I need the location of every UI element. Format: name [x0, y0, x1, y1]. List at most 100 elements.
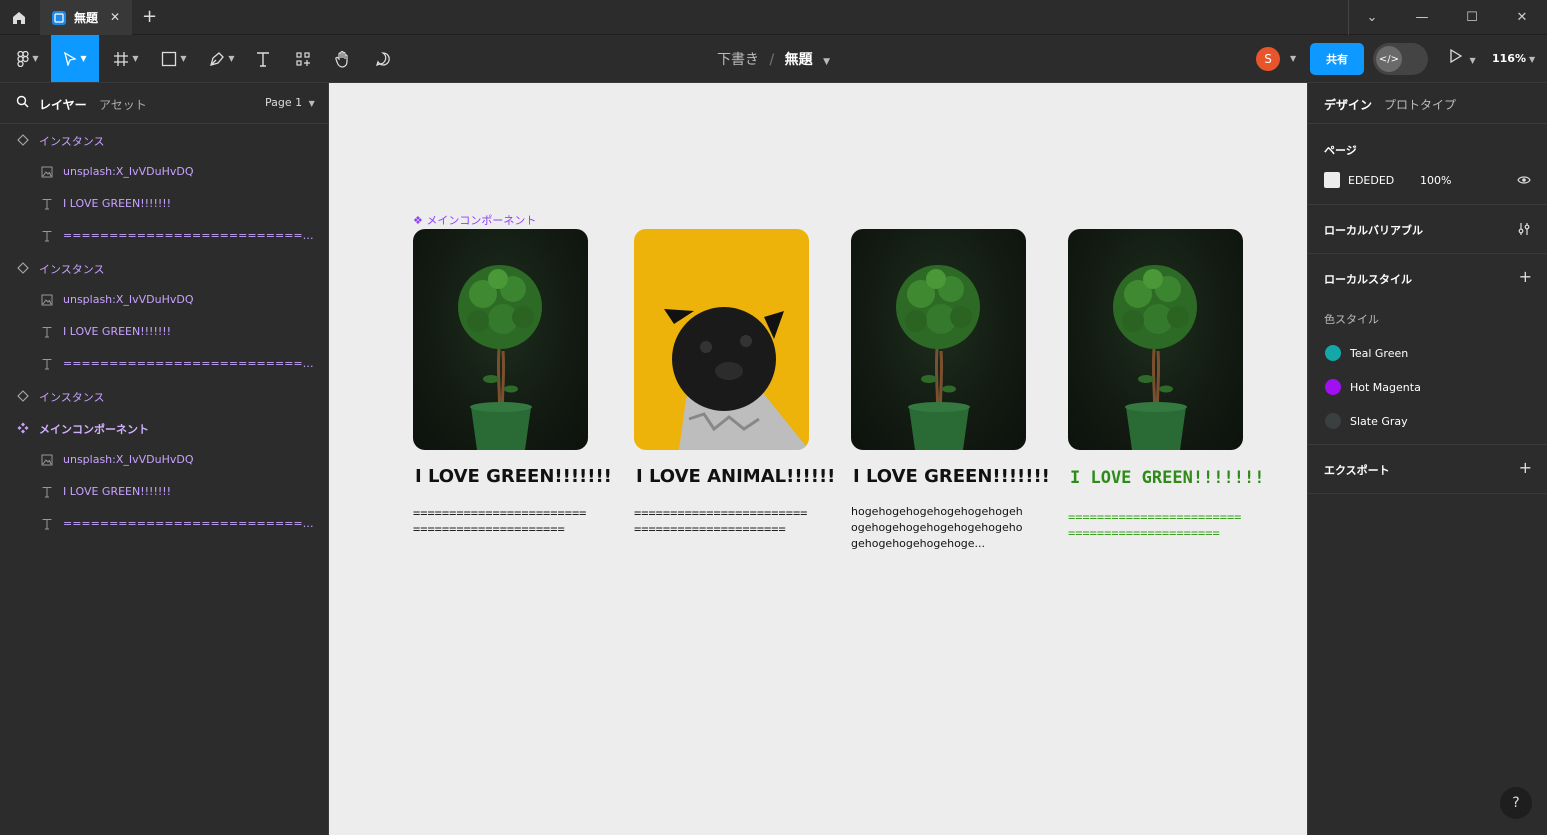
local-styles-section: ローカルスタイル + 色スタイル Teal Green Hot Magenta Sl…: [1308, 254, 1547, 445]
design-canvas[interactable]: ❖ メインコンポーネント I LOVE GREEN!!!!!!! ========…: [329, 83, 1307, 835]
chevron-down-icon[interactable]: ▼: [823, 57, 830, 67]
card-title[interactable]: I LOVE ANIMAL!!!!!!: [636, 466, 835, 487]
figma-logo-icon: [17, 50, 30, 67]
share-button[interactable]: 共有: [1310, 43, 1364, 75]
move-tool[interactable]: ▼: [51, 35, 99, 82]
card-title[interactable]: I LOVE GREEN!!!!!!!: [415, 466, 612, 487]
layer-row[interactable]: unsplash:X_IvVDuHvDQ: [0, 444, 329, 476]
card-title[interactable]: I LOVE GREEN!!!!!!!: [1070, 468, 1264, 488]
layer-row[interactable]: unsplash:X_IvVDuHvDQ: [0, 156, 329, 188]
layer-row[interactable]: I LOVE GREEN!!!!!!!: [0, 188, 329, 220]
minimize-button[interactable]: —: [1397, 0, 1447, 35]
instance-icon: [16, 389, 30, 403]
chevron-down-icon: ▼: [1528, 55, 1536, 64]
figma-file-icon: [52, 10, 66, 25]
breadcrumb-separator: /: [769, 52, 775, 68]
color-style-name[interactable]: Teal Green: [1350, 347, 1408, 360]
present-button[interactable]: ▼: [1450, 48, 1476, 67]
chevron-down-icon[interactable]: ⌄: [1347, 0, 1397, 35]
page-selector-label: Page 1: [265, 96, 303, 109]
text-icon: [40, 357, 54, 371]
design-panel-tabs: デザイン プロトタイプ: [1308, 83, 1547, 124]
close-tab-icon[interactable]: ✕: [110, 10, 120, 24]
local-variables-section: ローカルバリアブル: [1308, 205, 1547, 254]
pen-tool[interactable]: ▼: [202, 35, 242, 82]
card-image-plant[interactable]: [413, 229, 588, 450]
layer-label: I LOVE GREEN!!!!!!!: [63, 325, 172, 338]
color-style-name[interactable]: Slate Gray: [1350, 415, 1408, 428]
rectangle-icon: [162, 51, 177, 66]
page-selector[interactable]: Page 1 ▼: [265, 96, 315, 109]
layer-label: =======================================: [63, 229, 316, 242]
chevron-down-icon[interactable]: ▼: [1290, 54, 1296, 63]
home-button[interactable]: [0, 0, 38, 35]
home-icon: [13, 11, 25, 24]
text-tool[interactable]: [250, 35, 276, 82]
card-image-plant[interactable]: [1068, 229, 1243, 450]
text-icon: [40, 485, 54, 499]
tab-label: 無題: [74, 11, 99, 25]
variables-settings-icon[interactable]: [1517, 222, 1531, 236]
layer-row[interactable]: I LOVE GREEN!!!!!!!: [0, 476, 329, 508]
tab-prototype[interactable]: プロトタイプ: [1384, 96, 1456, 113]
layer-row[interactable]: =======================================: [0, 348, 329, 380]
frame-tool[interactable]: ▼: [106, 35, 146, 82]
tab-design[interactable]: デザイン: [1324, 96, 1372, 113]
color-style-swatch[interactable]: [1325, 413, 1341, 429]
help-button[interactable]: ?: [1500, 787, 1532, 819]
comment-icon: [375, 51, 390, 66]
zoom-level[interactable]: 116% ▼: [1492, 52, 1535, 65]
color-style-swatch[interactable]: [1325, 379, 1341, 395]
color-styles-label: 色スタイル: [1324, 313, 1379, 326]
local-variables-title[interactable]: ローカルバリアブル: [1324, 222, 1423, 238]
card-body-text[interactable]: ========================================…: [634, 505, 810, 555]
add-export-icon[interactable]: +: [1519, 458, 1532, 477]
layer-label: インスタンス: [39, 135, 105, 148]
layer-row[interactable]: インスタンス: [0, 252, 329, 284]
resources-tool[interactable]: [290, 35, 316, 82]
layer-row[interactable]: unsplash:X_IvVDuHvDQ: [0, 284, 329, 316]
tab-layers[interactable]: レイヤー: [39, 96, 87, 113]
layer-label: I LOVE GREEN!!!!!!!: [63, 197, 172, 210]
layer-row[interactable]: インスタンス: [0, 124, 329, 156]
layers-panel: レイヤー アセット Page 1 ▼ インスタンス unsplash:X_IvVD…: [0, 83, 329, 835]
tab-assets[interactable]: アセット: [99, 96, 147, 113]
layer-row[interactable]: メインコンポーネント: [0, 412, 329, 444]
zoom-value: 116%: [1492, 52, 1526, 65]
page-color-value[interactable]: EDEDED: [1348, 174, 1394, 187]
layer-label: =======================================: [63, 517, 316, 530]
layer-row[interactable]: インスタンス: [0, 380, 329, 412]
color-style-name[interactable]: Hot Magenta: [1350, 381, 1421, 394]
add-style-icon[interactable]: +: [1519, 267, 1532, 286]
main-component-label[interactable]: ❖ メインコンポーネント: [413, 212, 536, 228]
shape-tool[interactable]: ▼: [154, 35, 194, 82]
user-avatar[interactable]: S: [1256, 47, 1280, 71]
hand-tool[interactable]: [330, 35, 356, 82]
page-opacity-value[interactable]: 100%: [1420, 174, 1451, 187]
color-style-swatch[interactable]: [1325, 345, 1341, 361]
local-styles-title: ローカルスタイル: [1324, 273, 1412, 286]
maximize-button[interactable]: ☐: [1447, 0, 1497, 35]
layer-row[interactable]: =======================================: [0, 508, 329, 540]
layer-row[interactable]: =======================================: [0, 220, 329, 252]
page-color-swatch[interactable]: [1324, 172, 1340, 188]
file-tab[interactable]: 無題 ✕: [40, 0, 132, 35]
main-menu-button[interactable]: ▼: [8, 35, 48, 82]
card-image-plant[interactable]: [851, 229, 1026, 450]
card-body-text[interactable]: ========================================…: [413, 505, 589, 555]
drafts-link[interactable]: 下書き: [717, 52, 759, 68]
card-title[interactable]: I LOVE GREEN!!!!!!!: [853, 466, 1050, 487]
card-body-text[interactable]: ========================================…: [1068, 509, 1244, 559]
eye-icon[interactable]: [1517, 175, 1531, 185]
chevron-down-icon: ▼: [80, 54, 87, 63]
text-icon: [40, 517, 54, 531]
layer-row[interactable]: I LOVE GREEN!!!!!!!: [0, 316, 329, 348]
dev-mode-toggle[interactable]: </>: [1373, 43, 1428, 75]
card-image-dog[interactable]: [634, 229, 809, 450]
comment-tool[interactable]: [370, 35, 396, 82]
file-name[interactable]: 無題: [785, 52, 813, 68]
new-tab-button[interactable]: +: [142, 6, 157, 27]
search-icon[interactable]: [16, 95, 29, 108]
card-body-text[interactable]: hogehogehogehogehogehogehogehogehogehoge…: [851, 504, 1027, 554]
close-window-button[interactable]: ✕: [1497, 0, 1547, 35]
